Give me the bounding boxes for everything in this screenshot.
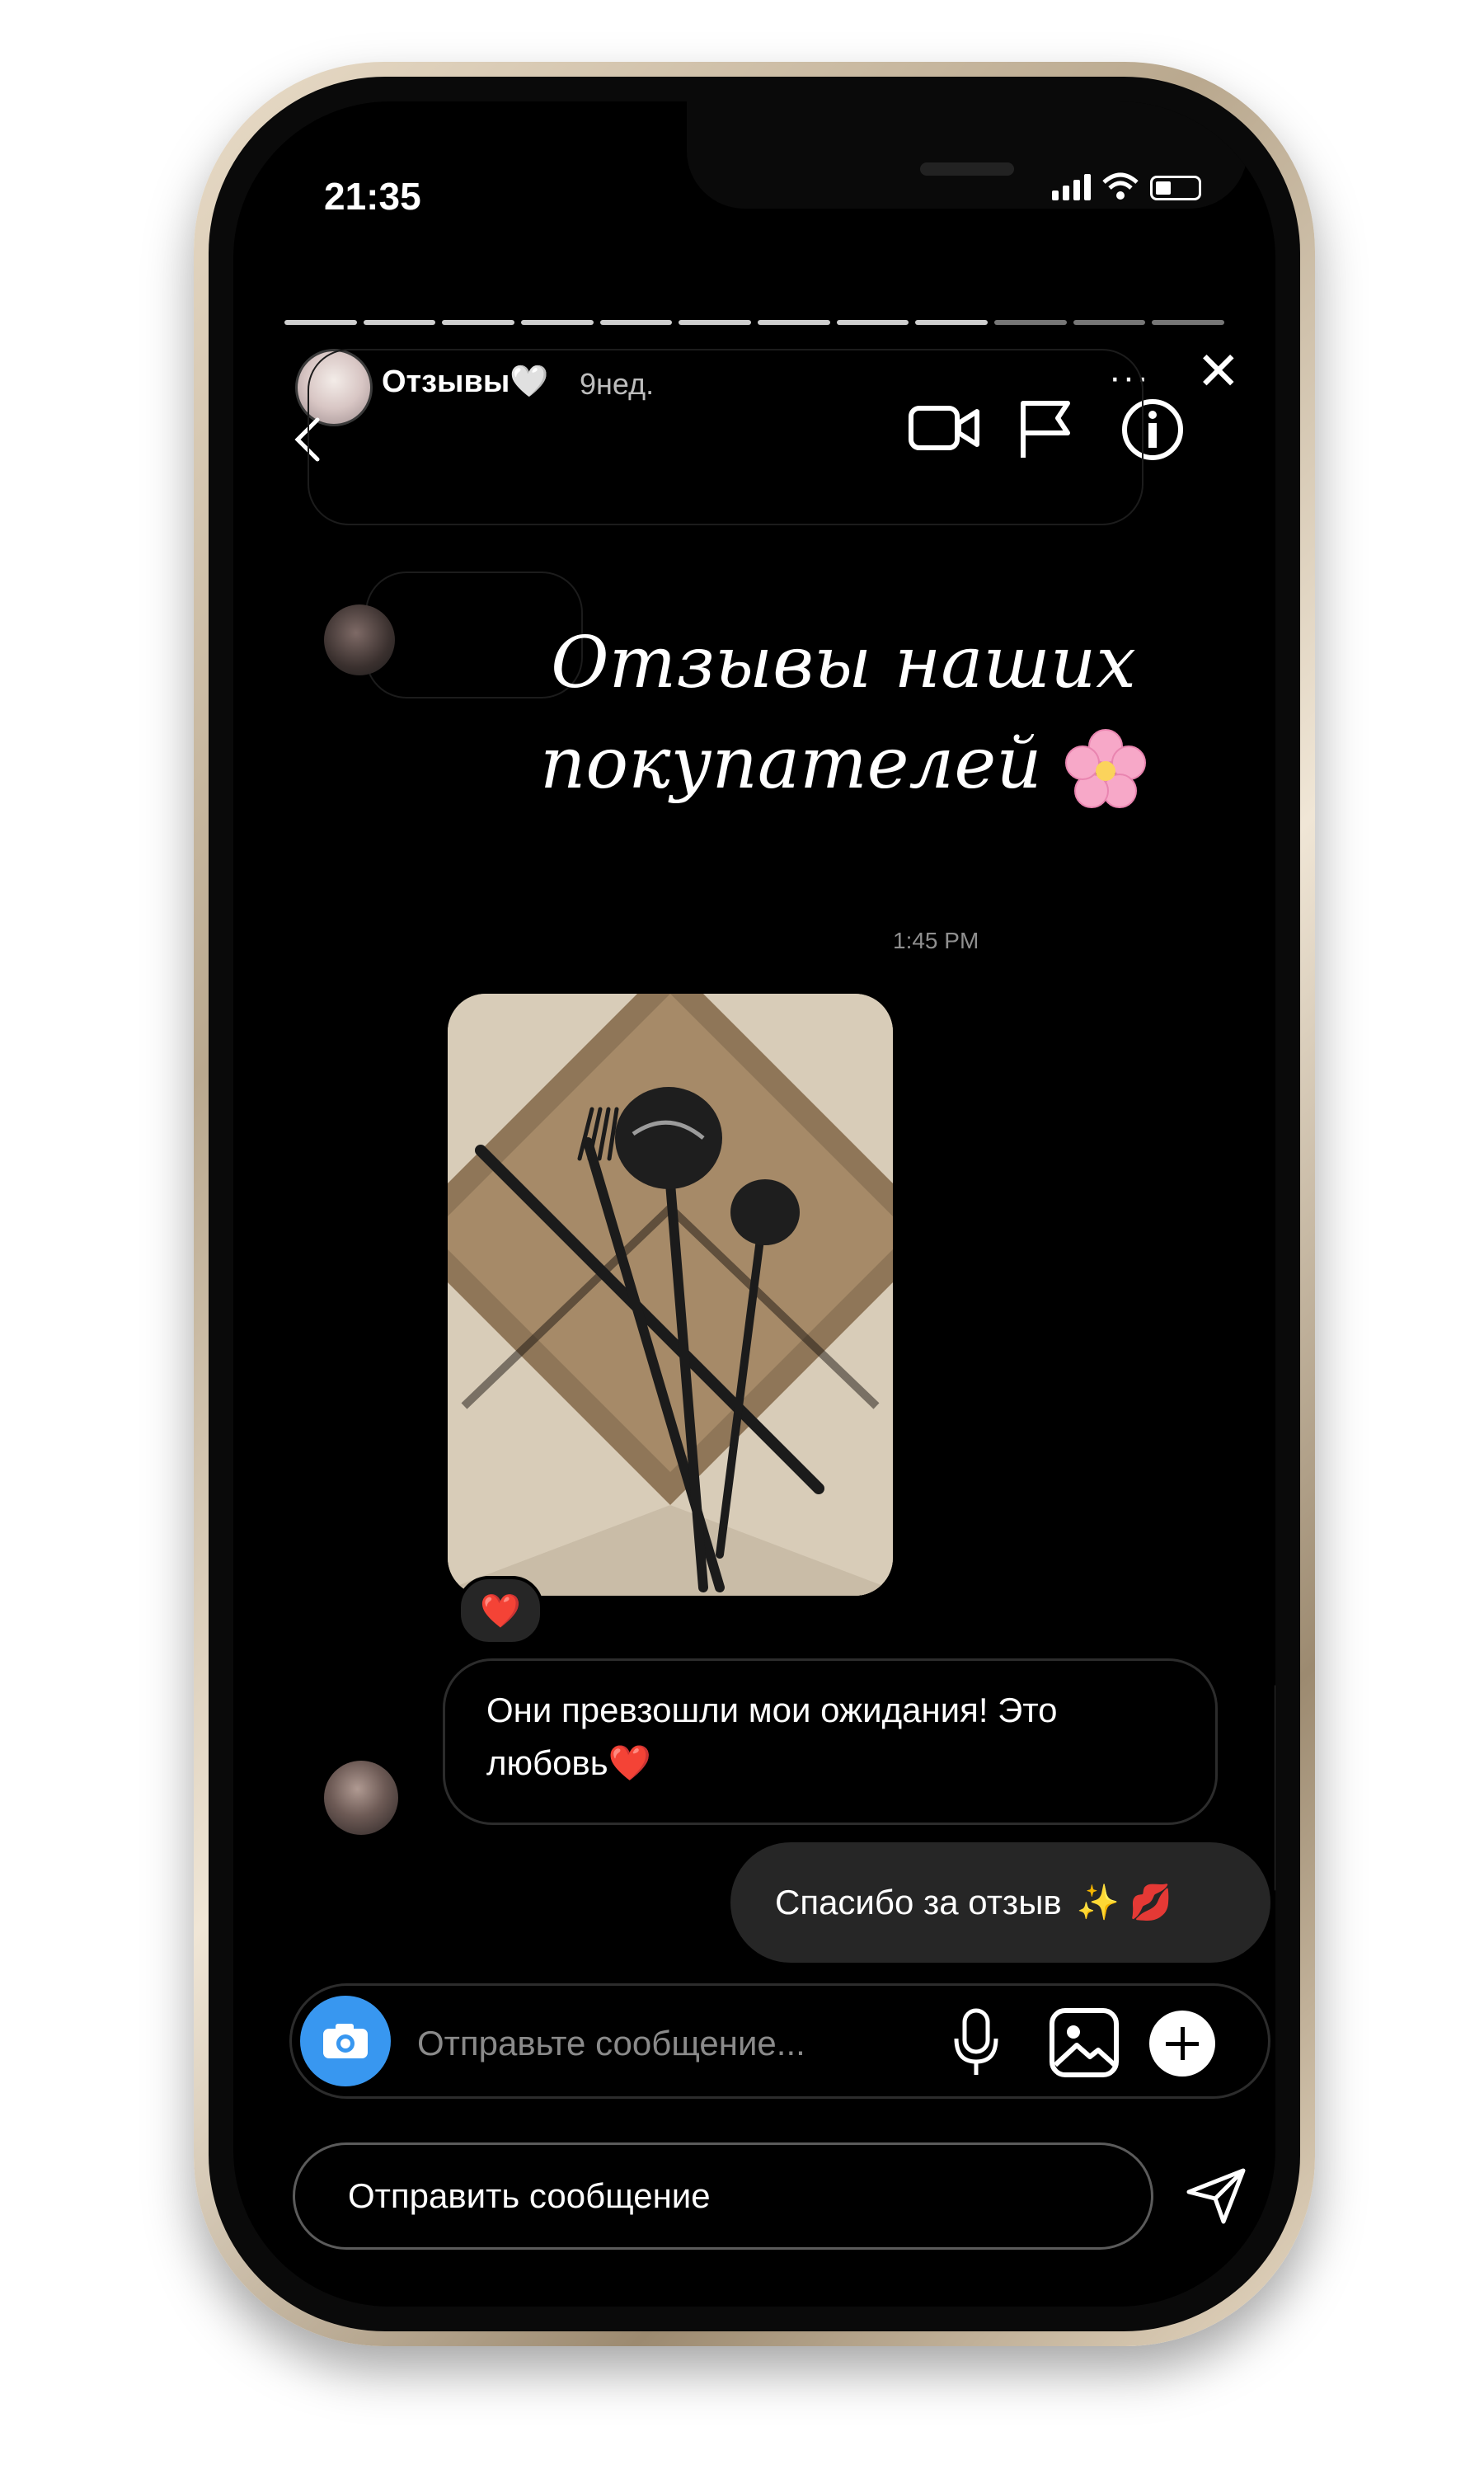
message-composer[interactable]: Отправьте сообщение... <box>289 1983 1270 2099</box>
faded-bubble <box>308 349 1144 525</box>
microphone-icon[interactable] <box>951 2006 1001 2080</box>
reply-input[interactable]: Отправить сообщение <box>293 2142 1153 2250</box>
close-icon[interactable]: ✕ <box>1196 345 1241 397</box>
story-progress-bar <box>284 320 1225 325</box>
phone-screen: 21:35 Отзывы🤍 9нед. ··· ✕ Отзывы наших п… <box>233 101 1275 2307</box>
signal-icon <box>1052 172 1091 200</box>
cherry-blossom-icon <box>1064 728 1146 808</box>
story-overlay-title: Отзывы наших покупателей <box>514 613 1173 814</box>
outgoing-text: Спасибо за отзыв <box>775 1883 1062 1921</box>
faded-avatar <box>324 604 395 675</box>
gallery-icon[interactable] <box>1047 2006 1121 2080</box>
incoming-message[interactable]: Они превзошли мои ожидания! Это любовь❤️ <box>443 1658 1218 1825</box>
status-time: 21:35 <box>324 175 421 218</box>
send-icon[interactable] <box>1186 2167 1247 2225</box>
plus-icon[interactable] <box>1149 2011 1215 2077</box>
composer-input[interactable]: Отправьте сообщение... <box>417 2024 805 2063</box>
speaker <box>920 162 1014 176</box>
outgoing-emoji: ✨ 💋 <box>1076 1882 1172 1921</box>
message-timestamp: 1:45 PM <box>893 928 979 953</box>
status-icons <box>1052 172 1201 200</box>
heart-reaction[interactable]: ❤️ <box>458 1576 543 1645</box>
wifi-icon <box>1102 172 1139 200</box>
camera-button[interactable] <box>300 1996 391 2086</box>
phone-bezel: 21:35 Отзывы🤍 9нед. ··· ✕ Отзывы наших п… <box>209 77 1300 2331</box>
phone-frame: 21:35 Отзывы🤍 9нед. ··· ✕ Отзывы наших п… <box>194 62 1315 2346</box>
cutlery-image <box>448 994 893 1596</box>
camera-icon <box>323 2024 368 2058</box>
sender-avatar[interactable] <box>324 1761 398 1835</box>
cutlery-photo[interactable] <box>448 994 893 1596</box>
outgoing-message[interactable]: Спасибо за отзыв ✨ 💋 <box>730 1842 1270 1963</box>
battery-icon <box>1150 176 1201 200</box>
